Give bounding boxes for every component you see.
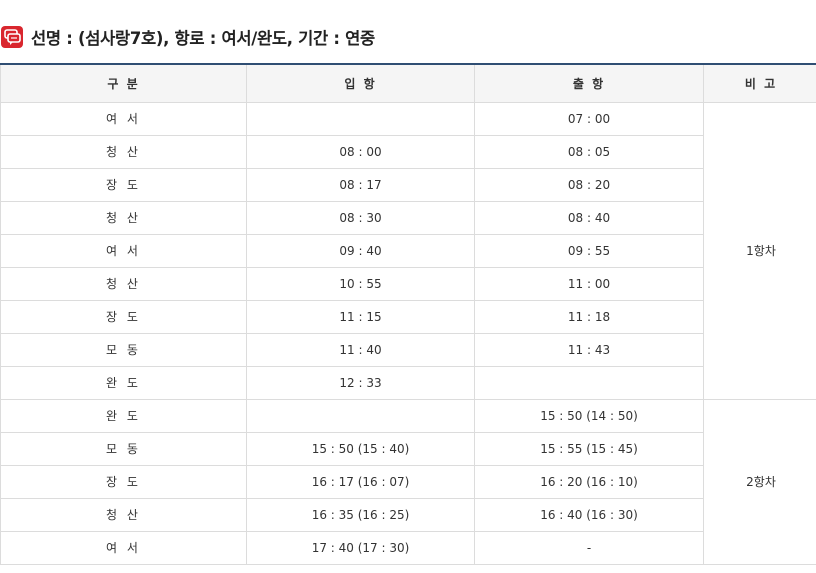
header-port: 구 분	[0, 63, 247, 103]
cell-arrival: 08 : 17	[246, 167, 475, 202]
cell-departure: -	[474, 530, 704, 565]
cell-port: 여 서	[0, 233, 247, 268]
header-departure: 출 항	[474, 63, 704, 103]
table-row: 청 산 08 : 30 08 : 40	[0, 200, 816, 235]
cell-arrival: 15 : 50 (15 : 40)	[246, 431, 475, 466]
speech-bubble-icon	[1, 26, 23, 48]
cell-note: 2항차	[703, 398, 816, 565]
header-note: 비 고	[703, 63, 816, 103]
cell-departure: 16 : 20 (16 : 10)	[474, 464, 704, 499]
cell-port: 청 산	[0, 497, 247, 532]
cell-arrival: 16 : 17 (16 : 07)	[246, 464, 475, 499]
cell-port: 모 동	[0, 431, 247, 466]
cell-departure: 15 : 55 (15 : 45)	[474, 431, 704, 466]
table-row: 여 서 09 : 40 09 : 55	[0, 233, 816, 268]
cell-arrival: 10 : 55	[246, 266, 475, 301]
cell-port: 장 도	[0, 299, 247, 334]
cell-port: 모 동	[0, 332, 247, 367]
table-row: 청 산 10 : 55 11 : 00	[0, 266, 816, 301]
cell-departure: 16 : 40 (16 : 30)	[474, 497, 704, 532]
cell-departure: 08 : 20	[474, 167, 704, 202]
cell-port: 완 도	[0, 398, 247, 433]
cell-departure: 08 : 05	[474, 134, 704, 169]
cell-port: 여 서	[0, 530, 247, 565]
table-row: 장 도 08 : 17 08 : 20	[0, 167, 816, 202]
table-row: 완 도 12 : 33	[0, 365, 816, 400]
cell-departure	[474, 365, 704, 400]
route-title: 선명 : (섬사랑7호), 항로 : 여서/완도, 기간 : 연중	[31, 29, 375, 48]
table-row: 여 서 17 : 40 (17 : 30) -	[0, 530, 816, 565]
table-row: 모 동 15 : 50 (15 : 40) 15 : 55 (15 : 45)	[0, 431, 816, 466]
cell-arrival	[246, 398, 475, 433]
cell-arrival: 08 : 30	[246, 200, 475, 235]
cell-note: 1항차	[703, 101, 816, 400]
cell-arrival: 09 : 40	[246, 233, 475, 268]
table-row: 여 서 07 : 00 1항차	[0, 101, 816, 400]
cell-port: 장 도	[0, 167, 247, 202]
table-row: 장 도 16 : 17 (16 : 07) 16 : 20 (16 : 10)	[0, 464, 816, 499]
cell-port: 청 산	[0, 134, 247, 169]
table-row: 청 산 16 : 35 (16 : 25) 16 : 40 (16 : 30)	[0, 497, 816, 532]
cell-departure: 11 : 18	[474, 299, 704, 334]
cell-port: 청 산	[0, 200, 247, 235]
cell-departure: 07 : 00	[474, 101, 704, 136]
cell-port: 청 산	[0, 266, 247, 301]
cell-arrival	[246, 101, 475, 136]
cell-arrival: 11 : 40	[246, 332, 475, 367]
table-header-row: 구 분 입 항 출 항 비 고	[0, 63, 816, 103]
cell-port: 장 도	[0, 464, 247, 499]
table-row: 청 산 08 : 00 08 : 05	[0, 134, 816, 169]
cell-arrival: 11 : 15	[246, 299, 475, 334]
ferry-schedule-table: 구 분 입 항 출 항 비 고 여 서 07 : 00 1항차 청 산 08 : 00 0…	[0, 63, 816, 565]
table-row: 장 도 11 : 15 11 : 18	[0, 299, 816, 334]
schedule-body: 여 서 07 : 00 1항차 청 산 08 : 00 08 : 05 장 도 08 : 17…	[0, 101, 816, 565]
section-heading: 선명 : (섬사랑7호), 항로 : 여서/완도, 기간 : 연중	[0, 24, 375, 50]
cell-departure: 11 : 00	[474, 266, 704, 301]
cell-departure: 15 : 50 (14 : 50)	[474, 398, 704, 433]
cell-departure: 09 : 55	[474, 233, 704, 268]
cell-arrival: 12 : 33	[246, 365, 475, 400]
header-arrival: 입 항	[246, 63, 475, 103]
cell-departure: 08 : 40	[474, 200, 704, 235]
table-row: 모 동 11 : 40 11 : 43	[0, 332, 816, 367]
cell-port: 완 도	[0, 365, 247, 400]
cell-arrival: 16 : 35 (16 : 25)	[246, 497, 475, 532]
cell-arrival: 17 : 40 (17 : 30)	[246, 530, 475, 565]
cell-departure: 11 : 43	[474, 332, 704, 367]
cell-arrival: 08 : 00	[246, 134, 475, 169]
table-row: 완 도 15 : 50 (14 : 50) 2항차	[0, 398, 816, 565]
cell-port: 여 서	[0, 101, 247, 136]
